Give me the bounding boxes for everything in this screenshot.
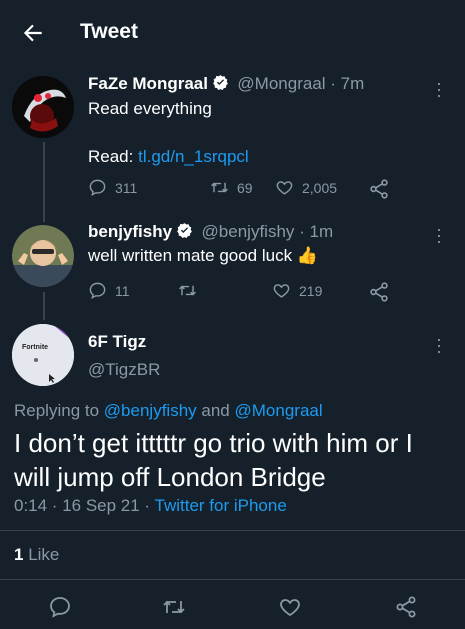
like-icon <box>273 284 290 298</box>
reply-icon <box>89 179 106 196</box>
retweet-count: 69 <box>237 179 253 196</box>
timestamp[interactable]: 0:14 · 16 Sep 21 · <box>14 496 150 515</box>
verified-icon <box>213 75 228 91</box>
divider <box>0 579 465 580</box>
tweet-text-row: well written mate good luck 👍 <box>88 246 318 266</box>
replying-prefix: Replying to <box>14 401 100 420</box>
tweet-text: well written mate good luck <box>88 246 293 265</box>
reply-mention-2[interactable]: @Mongraal <box>235 401 323 420</box>
author-name[interactable]: FaZe Mongraal <box>88 74 208 93</box>
share-button[interactable] <box>368 178 390 200</box>
replying-and: and <box>201 401 230 420</box>
more-icon[interactable]: · · · <box>434 220 444 250</box>
like-count: 219 <box>299 282 323 299</box>
share-button[interactable] <box>394 595 418 619</box>
tweet-read-line: Read: tl.gd/n_1srqpcl <box>88 147 249 167</box>
avatar-label: Fortnite <box>22 344 49 351</box>
likes-summary[interactable]: 1 Like <box>14 545 59 565</box>
author-handle[interactable]: @benjyfishy · 1m <box>202 222 334 241</box>
tweet-meta: 0:14 · 16 Sep 21 · Twitter for iPhone <box>14 496 287 516</box>
likes-label: Like <box>28 545 60 564</box>
page-title: Tweet <box>80 20 138 43</box>
tweet-text-line-1: I don’t get itttttr go trio with him or … <box>14 428 413 458</box>
author-handle[interactable]: @Mongraal · 7m <box>237 74 364 93</box>
reply-icon <box>50 597 70 618</box>
tweet-header: FaZe Mongraal @Mongraal · 7m <box>88 74 364 94</box>
read-prefix: Read: <box>88 147 134 166</box>
retweet-button[interactable] <box>162 595 186 619</box>
replying-to: Replying to @benjyfishy and @Mongraal <box>14 401 323 421</box>
divider <box>0 530 465 531</box>
retweet-button[interactable]: 69 <box>210 178 253 197</box>
avatar[interactable] <box>12 76 74 138</box>
retweet-button[interactable] <box>178 281 205 300</box>
like-icon <box>276 181 293 195</box>
verified-icon <box>177 223 192 239</box>
reply-mention-1[interactable]: @benjyfishy <box>104 401 197 420</box>
thumbs-up-emoji: 👍 <box>296 246 318 265</box>
author-name[interactable]: 6F Tigz <box>88 332 146 352</box>
thread-line <box>43 292 45 320</box>
reply-button[interactable] <box>48 595 72 619</box>
reply-count: 311 <box>115 179 138 196</box>
reply-button[interactable]: 11 <box>88 281 130 300</box>
like-button[interactable]: 219 <box>272 281 322 300</box>
likes-count: 1 <box>14 545 24 564</box>
share-icon <box>370 282 388 302</box>
author-name[interactable]: benjyfishy <box>88 222 172 241</box>
share-button[interactable] <box>368 281 390 303</box>
share-icon <box>370 179 388 199</box>
tweet-header: benjyfishy @benjyfishy · 1m <box>88 222 333 242</box>
share-icon <box>396 596 416 618</box>
avatar[interactable] <box>12 225 74 287</box>
reply-icon <box>89 282 106 299</box>
thread-line <box>43 142 45 222</box>
like-button[interactable]: 2,005 <box>275 178 337 197</box>
author-handle[interactable]: @TigzBR <box>88 360 160 380</box>
tweet-link[interactable]: tl.gd/n_1srqpcl <box>138 147 249 166</box>
reply-count: 11 <box>115 282 130 299</box>
tweet-text-line-2: will jump off London Bridge <box>14 462 326 492</box>
tweet-source[interactable]: Twitter for iPhone <box>155 496 287 515</box>
retweet-icon <box>179 285 196 296</box>
back-button[interactable] <box>20 20 46 46</box>
back-arrow-icon <box>23 24 42 42</box>
tweet-text: Read everything <box>88 99 212 118</box>
retweet-icon <box>163 600 185 614</box>
avatar[interactable]: Fortnite <box>12 324 74 386</box>
reply-button[interactable]: 311 <box>88 178 137 197</box>
like-count: 2,005 <box>302 179 338 196</box>
more-icon[interactable]: · · · <box>434 74 444 104</box>
like-button[interactable] <box>278 595 302 619</box>
like-icon <box>280 599 300 617</box>
more-icon[interactable]: · · · <box>434 330 444 360</box>
retweet-icon <box>211 182 228 193</box>
